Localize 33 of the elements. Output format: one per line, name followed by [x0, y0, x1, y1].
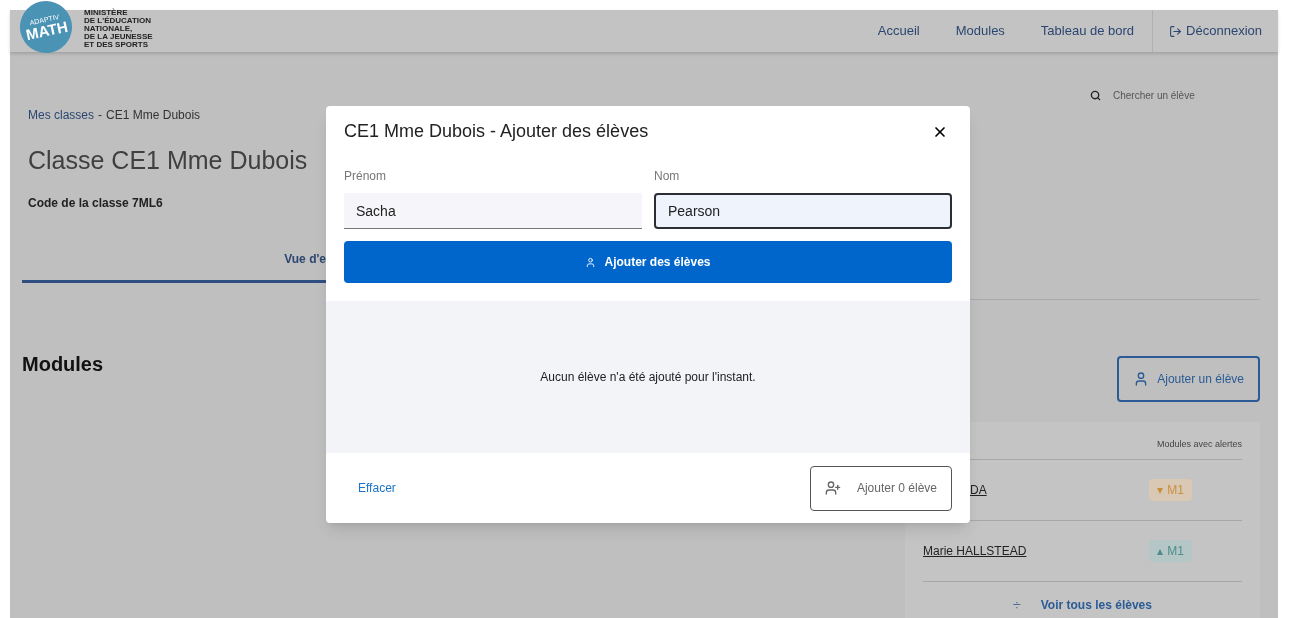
submit-button[interactable]: Ajouter 0 élève — [809, 465, 952, 511]
nav-link[interactable]: Modules — [937, 21, 1023, 41]
text-field[interactable]: Sacha — [344, 193, 642, 229]
alert-badge: ▴ M1 — [1149, 539, 1192, 562]
modules-heading: Modules — [22, 351, 104, 377]
divide-icon: ÷ — [1013, 598, 1021, 612]
field-label: Nom — [654, 168, 681, 185]
student-link[interactable]: DA — [970, 480, 987, 499]
see-all-link[interactable]: Voir tous les élèves — [1040, 596, 1152, 614]
field-label: Prénom — [344, 168, 388, 185]
nav-link[interactable]: Accueil — [859, 21, 938, 41]
clear-button[interactable]: Effacer — [344, 479, 410, 497]
ministry-logo-text: MINISTÈRE DE L'ÉDUCATION NATIONALE, DE LA JEUNESSE ET DES SPORTS — [84, 9, 153, 49]
column-header: Modules avec alertes — [1156, 438, 1242, 451]
nav-link[interactable]: Tableau de bord — [1022, 21, 1153, 41]
class-code: Code de la classe 7ML6 — [28, 194, 163, 212]
user-plus-icon — [824, 480, 841, 496]
breadcrumb-separator: - — [98, 107, 103, 124]
class-title: Classe CE1 Mme Dubois — [28, 145, 308, 176]
breadcrumb-link[interactable]: Mes classes — [28, 106, 95, 124]
search-icon — [1090, 90, 1101, 101]
empty-message: Aucun élève n'a été ajouté pour l'instant. — [540, 369, 756, 386]
dialog-title: CE1 Mme Dubois - Ajouter des élèves — [344, 120, 649, 143]
user-icon — [585, 256, 597, 268]
breadcrumb-current: CE1 Mme Dubois — [106, 107, 201, 124]
add-student-button[interactable]: Ajouter un élève — [1117, 356, 1260, 402]
add-students-button[interactable]: Ajouter des élèves — [344, 241, 952, 283]
text-field[interactable]: Pearson — [654, 193, 952, 229]
logout-link[interactable]: Déconnexion — [1152, 10, 1278, 52]
alert-badge: ▾ M1 — [1149, 478, 1192, 501]
logout-icon — [1169, 24, 1183, 38]
student-link[interactable]: Marie HALLSTEAD — [923, 541, 1027, 560]
search-field[interactable]: Chercher un élève — [1113, 88, 1195, 103]
